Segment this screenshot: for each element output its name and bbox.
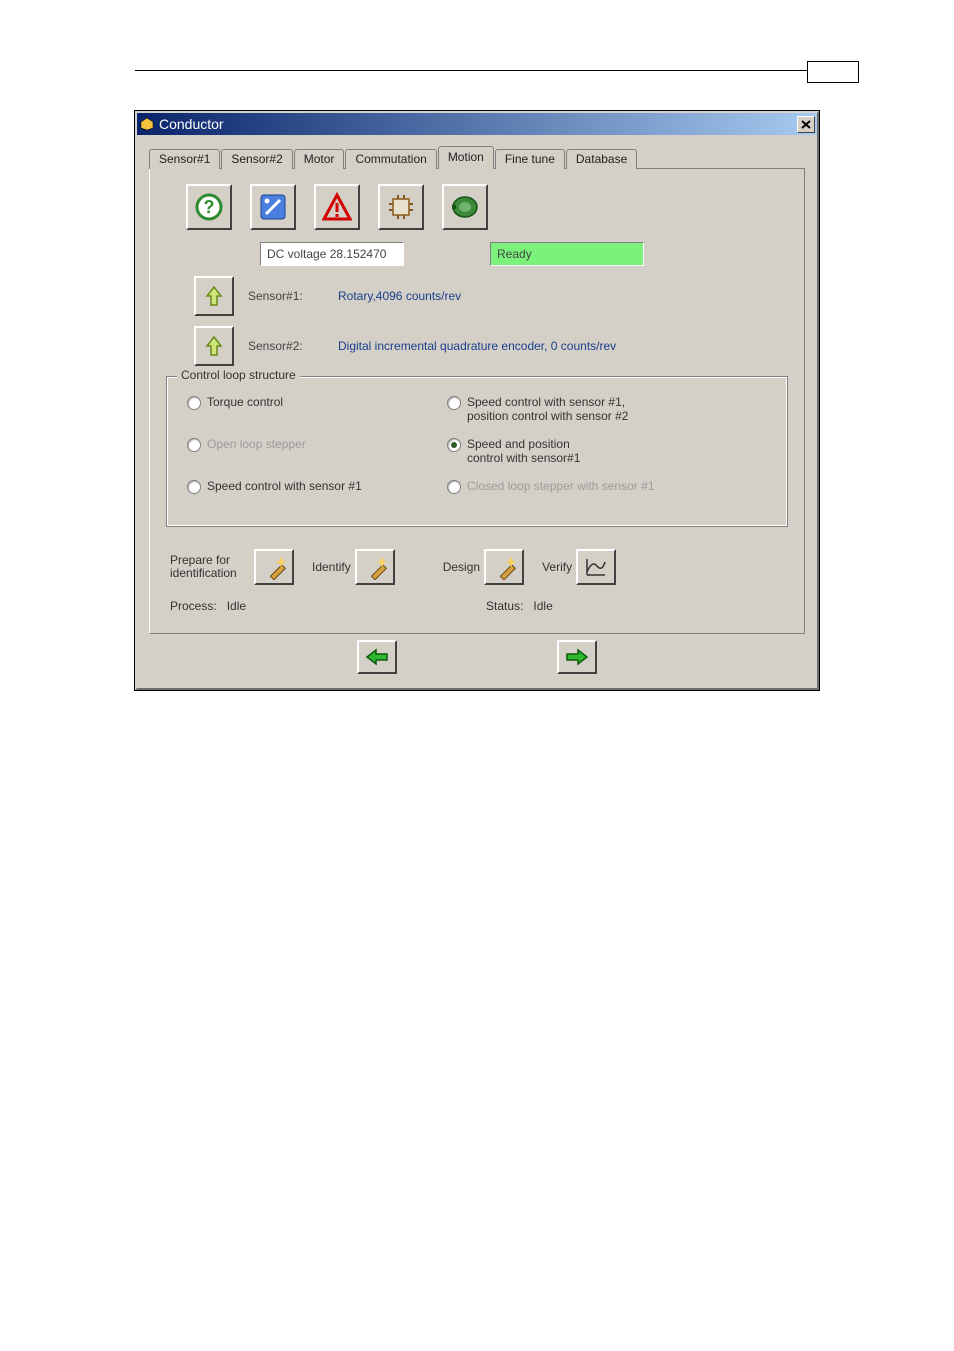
up-arrow-icon — [204, 284, 224, 308]
radio-open-loop-stepper: Open loop stepper — [187, 437, 437, 465]
prev-button[interactable] — [357, 640, 397, 674]
sensor1-label: Sensor#1: — [248, 289, 338, 303]
status-label: Status: — [486, 599, 523, 613]
document-text-area: x x x x — [135, 800, 854, 878]
help-icon: ? — [195, 193, 223, 221]
group-title: Control loop structure — [177, 368, 300, 382]
radio-icon — [447, 480, 461, 494]
ready-field: Ready — [490, 242, 644, 266]
status-status: Status: Idle — [486, 599, 553, 613]
verify-action: Verify — [542, 549, 616, 585]
voltage-status-row: DC voltage 28.152470 Ready — [194, 242, 790, 266]
radio-speed-pos-s1[interactable]: Speed and position control with sensor#1 — [447, 437, 727, 465]
identify-button[interactable] — [355, 549, 395, 585]
tab-sensor2[interactable]: Sensor#2 — [221, 149, 292, 169]
up-arrow-icon — [204, 334, 224, 358]
window-title: Conductor — [159, 116, 795, 132]
process-label: Process: — [170, 599, 217, 613]
sensor1-button[interactable] — [194, 276, 234, 316]
close-button[interactable] — [797, 116, 815, 133]
conductor-window: Conductor Sensor#1 Sensor#2 Motor Commut… — [135, 111, 819, 690]
radio-label: Speed and position control with sensor#1 — [467, 437, 580, 465]
dc-voltage-label: DC voltage — [267, 247, 326, 261]
action-row: Prepare for identification Identify Desi… — [170, 549, 790, 585]
app-icon — [139, 116, 155, 132]
control-loop-group: Control loop structure Torque control Sp… — [166, 376, 788, 527]
sensor1-desc: Rotary,4096 counts/rev — [338, 289, 461, 303]
radio-icon — [187, 438, 201, 452]
svg-text:?: ? — [204, 197, 215, 217]
radio-label: Torque control — [207, 395, 283, 409]
process-value: Idle — [227, 599, 246, 613]
wand-icon — [491, 554, 517, 580]
wizard-icon — [258, 192, 288, 222]
verify-label: Verify — [542, 561, 572, 574]
motion-panel: ? DC voltage — [149, 169, 805, 634]
help-button[interactable]: ? — [186, 184, 232, 230]
arrow-right-icon — [565, 648, 589, 666]
tab-finetune[interactable]: Fine tune — [495, 149, 565, 169]
radio-label: Speed control with sensor #1 — [207, 479, 362, 493]
motor-button[interactable] — [442, 184, 488, 230]
radio-icon — [447, 396, 461, 410]
design-button[interactable] — [484, 549, 524, 585]
sensor1-row: Sensor#1: Rotary,4096 counts/rev — [194, 276, 790, 316]
wand-icon — [362, 554, 388, 580]
tab-sensor1[interactable]: Sensor#1 — [149, 149, 220, 169]
radio-label: Open loop stepper — [207, 437, 306, 451]
status-row: Process: Idle Status: Idle — [170, 599, 790, 613]
radio-icon — [187, 480, 201, 494]
wizard-button[interactable] — [250, 184, 296, 230]
radio-torque-control[interactable]: Torque control — [187, 395, 437, 423]
radio-icon — [187, 396, 201, 410]
io-icon — [387, 193, 415, 221]
next-button[interactable] — [557, 640, 597, 674]
tab-commutation[interactable]: Commutation — [345, 149, 436, 169]
design-action: Design — [443, 549, 524, 585]
io-button[interactable] — [378, 184, 424, 230]
identify-action: Identify — [312, 549, 395, 585]
graph-icon — [584, 556, 608, 578]
warning-icon — [322, 192, 352, 222]
warning-button[interactable] — [314, 184, 360, 230]
toolbar: ? — [186, 184, 790, 230]
prepare-label: Prepare for identification — [170, 554, 250, 580]
prepare-action: Prepare for identification — [170, 549, 294, 585]
tab-database[interactable]: Database — [566, 149, 637, 169]
verify-button[interactable] — [576, 549, 616, 585]
page-header-rule — [135, 70, 859, 71]
sensor2-label: Sensor#2: — [248, 339, 338, 353]
radio-label: Closed loop stepper with sensor #1 — [467, 479, 654, 493]
identify-label: Identify — [312, 561, 351, 574]
nav-row — [149, 634, 805, 680]
radio-grid: Torque control Speed control with sensor… — [187, 395, 775, 494]
radio-closed-loop-stepper: Closed loop stepper with sensor #1 — [447, 479, 727, 494]
radio-speed-pos-s1s2[interactable]: Speed control with sensor #1, position c… — [447, 395, 727, 423]
radio-label: Speed control with sensor #1, position c… — [467, 395, 628, 423]
arrow-left-icon — [365, 648, 389, 666]
close-icon — [801, 120, 811, 129]
process-status: Process: Idle — [170, 599, 246, 613]
wand-icon — [261, 554, 287, 580]
tab-motor[interactable]: Motor — [294, 149, 345, 169]
ready-label: Ready — [497, 247, 532, 261]
tab-motion[interactable]: Motion — [438, 146, 494, 169]
dc-voltage-value: 28.152470 — [330, 247, 387, 261]
status-value: Idle — [533, 599, 552, 613]
sensor2-button[interactable] — [194, 326, 234, 366]
sensor2-desc: Digital incremental quadrature encoder, … — [338, 339, 616, 353]
design-label: Design — [443, 561, 480, 574]
dc-voltage-field: DC voltage 28.152470 — [260, 242, 404, 266]
tab-strip: Sensor#1 Sensor#2 Motor Commutation Moti… — [149, 145, 805, 169]
motor-icon — [450, 192, 480, 222]
sensor2-row: Sensor#2: Digital incremental quadrature… — [194, 326, 790, 366]
prepare-button[interactable] — [254, 549, 294, 585]
radio-icon — [447, 438, 461, 452]
titlebar: Conductor — [137, 113, 817, 135]
radio-speed-s1[interactable]: Speed control with sensor #1 — [187, 479, 437, 494]
dialog-body: Sensor#1 Sensor#2 Motor Commutation Moti… — [137, 135, 817, 688]
